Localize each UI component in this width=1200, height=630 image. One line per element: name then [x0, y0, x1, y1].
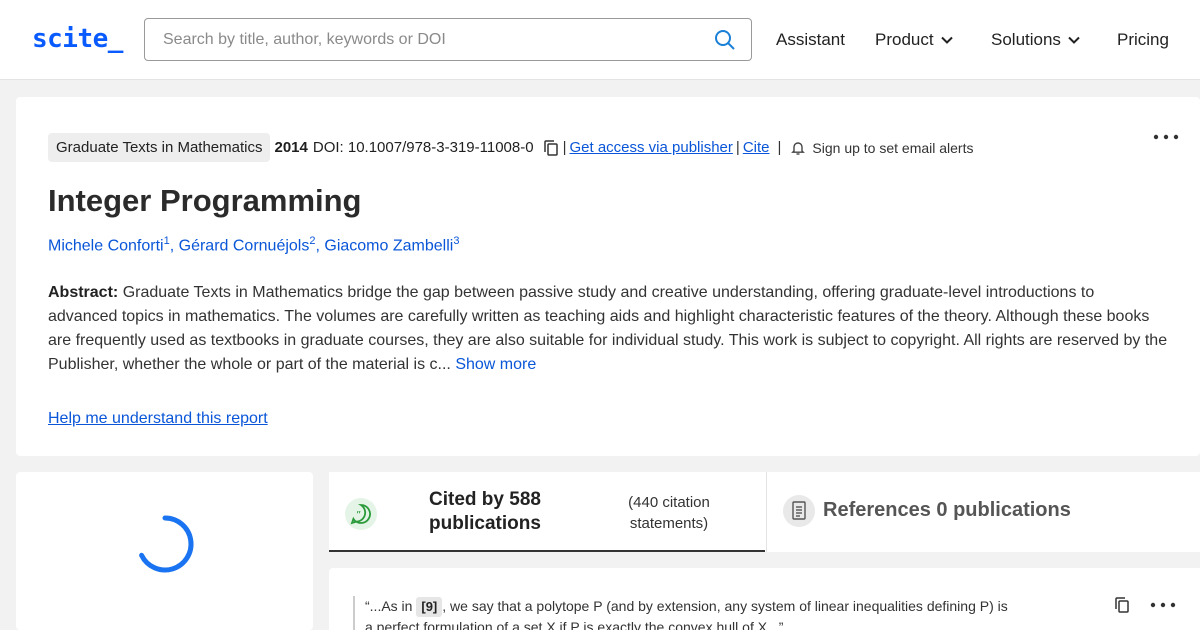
nav-product[interactable]: Product — [875, 30, 954, 50]
citation-quote: “...As in [9], we say that a polytope P … — [353, 596, 1013, 630]
more-options-icon[interactable] — [1149, 598, 1177, 612]
doi-text: DOI: 10.1007/978-3-319-11008-0 — [312, 139, 534, 156]
more-options-icon[interactable] — [1152, 127, 1180, 147]
separator: | — [777, 139, 782, 156]
publication-year: 2014 — [274, 139, 308, 156]
reference-tag[interactable]: [9] — [416, 597, 443, 617]
quote-bubble-icon: ” — [345, 498, 377, 530]
search-box[interactable] — [144, 18, 752, 61]
svg-text:”: ” — [356, 510, 361, 521]
abstract: Abstract: Graduate Texts in Mathematics … — [48, 281, 1168, 377]
chevron-down-icon — [940, 36, 953, 44]
nav-solutions[interactable]: Solutions — [991, 30, 1081, 50]
cited-by-count: Cited by 588 publications — [429, 489, 541, 534]
affiliation-number: 1 — [163, 235, 170, 247]
paper-meta: Graduate Texts in Mathematics 2014 DOI: … — [48, 133, 974, 162]
paper-title: Integer Programming — [48, 183, 362, 218]
tab-cited-by[interactable]: ” Cited by 588 publications (440 citatio… — [329, 472, 765, 552]
tab-references[interactable]: References 0 publications — [766, 472, 1200, 552]
copy-icon[interactable] — [1113, 596, 1131, 614]
separator: | — [735, 139, 740, 156]
nav-solutions-label: Solutions — [991, 30, 1061, 49]
bell-icon[interactable] — [790, 140, 806, 156]
search-icon[interactable] — [713, 28, 737, 52]
affiliation-number: 3 — [453, 235, 460, 247]
paper-card: Graduate Texts in Mathematics 2014 DOI: … — [16, 97, 1200, 456]
search-input[interactable] — [145, 19, 705, 60]
abstract-text: Graduate Texts in Mathematics bridge the… — [48, 284, 1168, 373]
citation-statement: “...As in [9], we say that a polytope P … — [329, 568, 1200, 630]
left-panel — [16, 472, 313, 630]
abstract-label: Abstract: — [48, 284, 119, 301]
references-count: References 0 publications — [823, 499, 1071, 521]
nav-assistant[interactable]: Assistant — [776, 30, 845, 50]
nav-pricing-label: Pricing — [1117, 30, 1169, 49]
journal-badge[interactable]: Graduate Texts in Mathematics — [48, 133, 271, 162]
citation-statement-count: (440 citation statements) — [628, 494, 710, 532]
loading-spinner-icon — [139, 515, 194, 573]
author-link[interactable]: Gérard Cornuéjols — [179, 237, 310, 254]
affiliation-number: 2 — [309, 235, 316, 247]
chevron-down-icon — [1068, 36, 1080, 44]
email-alert-link[interactable]: Sign up to set email alerts — [812, 140, 973, 156]
nav-assistant-label: Assistant — [776, 30, 845, 49]
author-link[interactable]: Michele Conforti — [48, 237, 164, 254]
nav-pricing[interactable]: Pricing — [1117, 30, 1169, 50]
author-link[interactable]: Giacomo Zambelli — [324, 237, 453, 254]
cite-link[interactable]: Cite — [743, 139, 770, 156]
separator: | — [562, 139, 567, 156]
copy-icon[interactable] — [542, 139, 560, 157]
citation-tabs: ” Cited by 588 publications (440 citatio… — [329, 472, 1200, 552]
top-bar: scite_ Assistant Product Solutions Prici… — [0, 0, 1200, 80]
get-access-link[interactable]: Get access via publisher — [569, 139, 732, 156]
scite-logo[interactable]: scite_ — [32, 24, 123, 54]
show-more-link[interactable]: Show more — [455, 356, 536, 373]
quote-prefix: “...As in — [365, 598, 413, 614]
document-icon — [783, 495, 815, 527]
help-understand-link[interactable]: Help me understand this report — [48, 410, 268, 428]
author-list: Michele Conforti1, Gérard Cornuéjols2, G… — [48, 235, 460, 255]
quote-text: , we say that a polytope P (and by exten… — [365, 598, 1008, 630]
nav-product-label: Product — [875, 30, 934, 49]
